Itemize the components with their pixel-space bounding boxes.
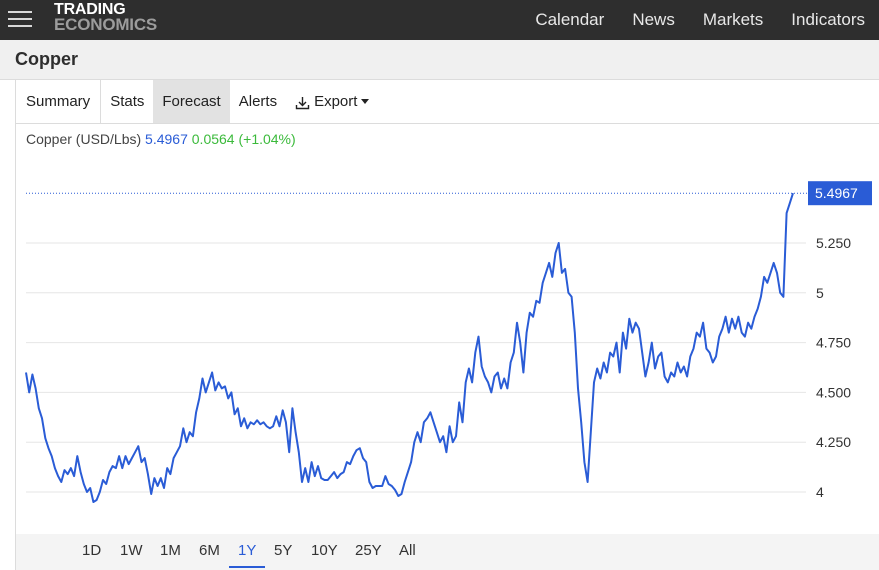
quote-line: Copper (USD/Lbs) 5.4967 0.0564 (+1.04%) [26,131,296,147]
download-icon [295,96,310,109]
range-1y[interactable]: 1Y [238,542,256,559]
main-nav: Calendar News Markets Indicators [507,0,865,40]
price-chart[interactable]: SepNov2025MarMayJul 5.25054.7504.5004.25… [16,124,879,534]
y-tick-label: 4.750 [816,335,851,351]
tab-stats[interactable]: Stats [101,80,153,123]
range-10y[interactable]: 10Y [311,542,338,559]
logo-line-2: ECONOMICS [54,15,158,34]
y-axis-labels: 5.250 5 4.750 4.500 4.250 4 [816,235,851,500]
tab-forecast[interactable]: Forecast [153,80,230,123]
y-tick-label: 4 [816,484,824,500]
nav-markets[interactable]: Markets [703,10,763,30]
export-dropdown[interactable]: Export [286,80,378,123]
chart-panel: Summary Stats Forecast Alerts Export Sep… [15,80,879,570]
range-1w[interactable]: 1W [120,542,143,559]
export-label: Export [314,93,358,110]
y-tick-label: 5.250 [816,235,851,251]
y-tick-label: 5 [816,285,824,301]
nav-indicators[interactable]: Indicators [791,10,865,30]
tab-bar: Summary Stats Forecast Alerts Export [16,80,879,124]
range-6m[interactable]: 6M [199,542,220,559]
title-bar: Copper [0,40,879,80]
range-1d[interactable]: 1D [82,542,101,559]
price-change: 0.0564 (+1.04%) [191,131,296,147]
current-price: 5.4967 [145,131,188,147]
y-tick-label: 4.500 [816,384,851,400]
tab-alerts[interactable]: Alerts [230,80,286,123]
range-1m[interactable]: 1M [160,542,181,559]
range-5y[interactable]: 5Y [274,542,292,559]
chevron-down-icon [361,99,370,104]
series-line [25,192,794,503]
y-tick-label: 4.250 [816,434,851,450]
hamburger-icon[interactable] [8,8,34,30]
nav-calendar[interactable]: Calendar [535,10,604,30]
last-price-label: 5.4967 [815,185,858,201]
active-range-indicator [229,566,265,568]
site-logo[interactable]: TRADING ECONOMICS [54,2,158,34]
nav-news[interactable]: News [632,10,675,30]
range-25y[interactable]: 25Y [355,542,382,559]
top-navbar: TRADING ECONOMICS Calendar News Markets … [0,0,879,40]
page-title: Copper [15,49,78,69]
range-selector: 1D 1W 1M 6M 1Y 5Y 10Y 25Y All [16,534,879,570]
range-all[interactable]: All [399,542,416,559]
instrument-name: Copper (USD/Lbs) [26,131,142,147]
tab-summary[interactable]: Summary [16,80,102,123]
